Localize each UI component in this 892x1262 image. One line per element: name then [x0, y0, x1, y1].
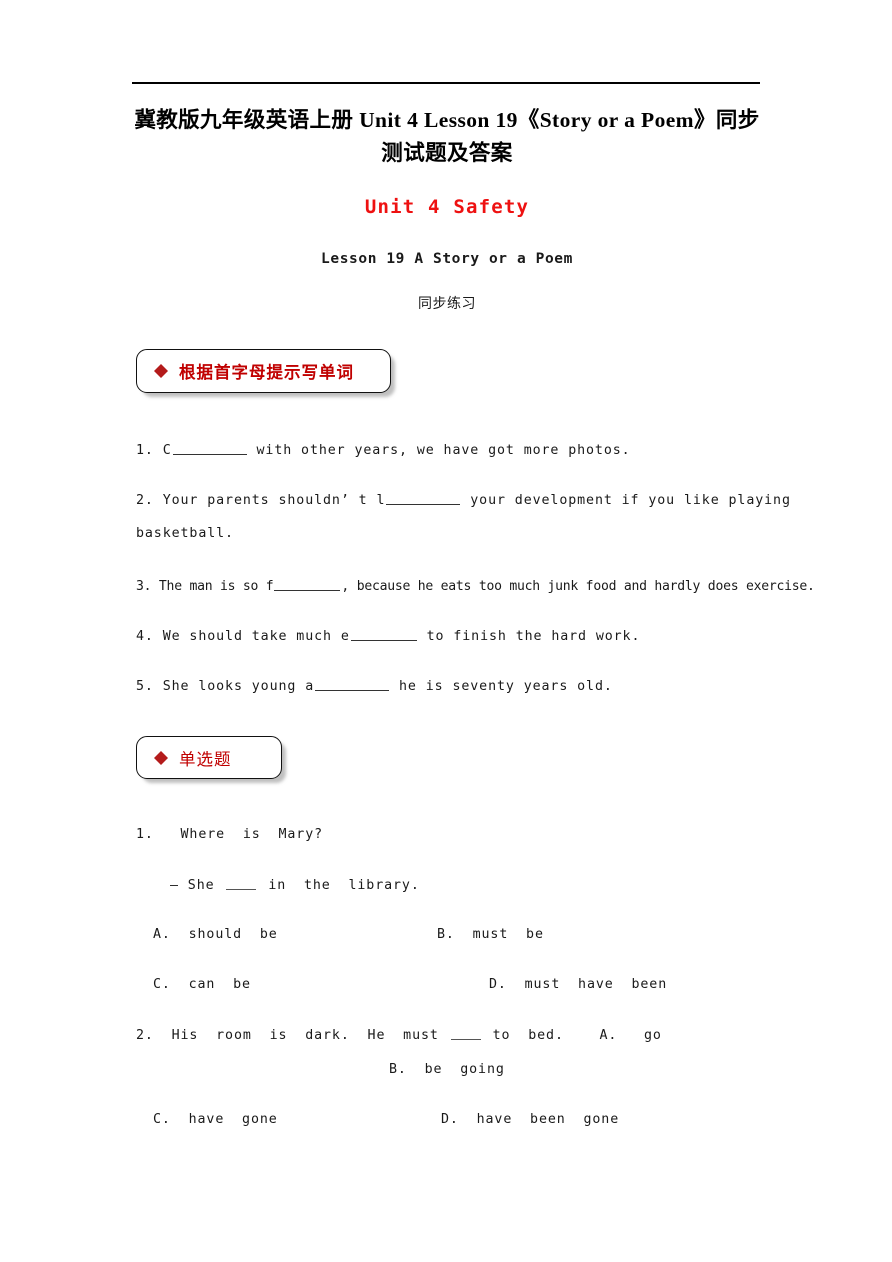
item-number: 5. [136, 679, 154, 694]
item-text-post: , because he eats too much junk food and… [341, 579, 815, 594]
section-label: 单选题 [179, 749, 232, 769]
practice-label: 同步练习 [418, 296, 476, 312]
item-text-pre: She looks young a [162, 679, 315, 694]
section-header-word-formation: 根据首字母提示写单词 [136, 349, 391, 393]
section-label: 根据首字母提示写单词 [179, 363, 354, 382]
item-number: 4. [136, 629, 154, 644]
diamond-bullet-icon [154, 364, 168, 385]
item-number: 1. [136, 443, 154, 458]
mc-item-1-option-d[interactable]: D. must have been [489, 977, 667, 992]
item-text: Where is Mary? [180, 827, 324, 842]
answer-blank[interactable] [350, 627, 417, 641]
section-header-multiple-choice: 单选题 [136, 736, 282, 779]
mc-item-2-option-b[interactable]: B. be going [389, 1062, 505, 1077]
mc-item-2-stem: 2. His room is dark. He must to bed. A. … [136, 1027, 662, 1043]
lesson-heading: Lesson 19 A Story or a Poem [321, 251, 573, 267]
item-text-post: your development if you like playing [461, 493, 791, 508]
item-number: 3. [136, 579, 152, 594]
item-text-pre: His room is dark. He must [171, 1028, 448, 1043]
answer-blank[interactable] [274, 577, 341, 591]
mc-item-2-option-d[interactable]: D. have been gone [441, 1112, 619, 1127]
item-number: 1. [136, 827, 154, 842]
unit-heading: Unit 4 Safety [364, 196, 530, 218]
answer-blank[interactable] [450, 1027, 481, 1040]
page-title-line-1: 冀教版九年级英语上册 Unit 4 Lesson 19《Story or a P… [134, 108, 760, 132]
diamond-bullet-icon [154, 750, 168, 772]
item-text-post: to finish the hard work. [417, 629, 641, 644]
item-number: 2. [136, 1028, 154, 1043]
mc-item-1-answer-line: — She in the library. [170, 877, 420, 893]
item-text-post: with other years, we have got more photo… [247, 443, 631, 458]
page-title: 冀教版九年级英语上册 Unit 4 Lesson 19《Story or a P… [132, 104, 762, 170]
item-text-pre: C [162, 443, 172, 458]
answer-blank[interactable] [315, 677, 390, 691]
answer-suffix: in the library. [259, 878, 420, 893]
item-number: 2. [136, 493, 154, 508]
fill-blank-item-1: 1. C with other years, we have got more … [136, 441, 631, 458]
item-text-post: to bed. [483, 1028, 564, 1043]
item-text-pre: The man is so f [158, 579, 274, 594]
page-title-line-2: 测试题及答案 [381, 141, 513, 165]
item-text-pre: We should take much e [162, 629, 350, 644]
mc-item-1-option-b[interactable]: B. must be [437, 927, 544, 942]
item-text-post: he is seventy years old. [390, 679, 613, 694]
fill-blank-item-2-continuation: basketball. [136, 526, 234, 541]
mc-item-1-option-a[interactable]: A. should be [153, 927, 278, 942]
fill-blank-item-4: 4. We should take much e to finish the h… [136, 627, 640, 644]
answer-blank[interactable] [226, 877, 257, 890]
mc-item-2-option-a[interactable]: A. go [599, 1028, 661, 1043]
answer-prefix: — She [170, 878, 224, 893]
answer-blank[interactable] [172, 441, 247, 455]
answer-blank[interactable] [386, 491, 461, 505]
item-text-pre: Your parents shouldn’ t l [162, 493, 386, 508]
fill-blank-item-3: 3. The man is so f , because he eats too … [136, 577, 815, 594]
header-divider [132, 82, 760, 84]
mc-item-1-option-c[interactable]: C. can be [153, 977, 251, 992]
mc-item-1-stem: 1. Where is Mary? [136, 827, 323, 842]
fill-blank-item-2: 2. Your parents shouldn’ t l your develo… [136, 491, 791, 508]
mc-item-2-option-c[interactable]: C. have gone [153, 1112, 278, 1127]
document-page: 冀教版九年级英语上册 Unit 4 Lesson 19《Story or a P… [0, 0, 892, 1262]
fill-blank-item-5: 5. She looks young a he is seventy years… [136, 677, 613, 694]
